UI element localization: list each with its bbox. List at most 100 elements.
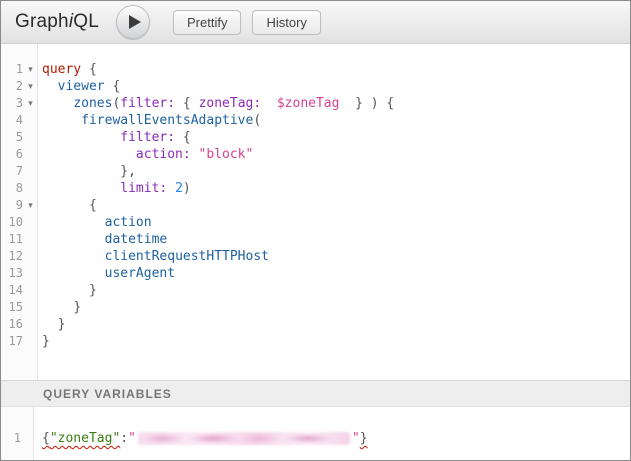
code-line[interactable]: 7 }, bbox=[1, 163, 630, 180]
token-p bbox=[167, 181, 175, 196]
code-text: userAgent bbox=[38, 265, 175, 282]
execute-query-button[interactable] bbox=[116, 5, 150, 39]
code-text: action bbox=[38, 214, 152, 231]
fold-arrow-icon[interactable]: ▾ bbox=[23, 95, 38, 112]
variables-editor[interactable]: 1 {"zoneTag":""} bbox=[1, 407, 630, 460]
code-line[interactable]: 8 limit: 2) bbox=[1, 180, 630, 197]
code-line[interactable]: 6 action: "block" bbox=[1, 146, 630, 163]
variables-code: {"zoneTag":""} bbox=[34, 430, 368, 447]
code-line[interactable]: 11 datetime bbox=[1, 231, 630, 248]
code-text: clientRequestHTTPHost bbox=[38, 248, 269, 265]
token-f: action bbox=[105, 215, 152, 230]
token-f: userAgent bbox=[105, 266, 175, 281]
line-number: 9 bbox=[1, 197, 23, 214]
token-f: datetime bbox=[105, 232, 168, 247]
fold-gutter-spacer bbox=[23, 214, 38, 231]
line-number: 14 bbox=[1, 282, 23, 299]
code-text: }, bbox=[38, 163, 136, 180]
fold-gutter-spacer bbox=[23, 112, 38, 129]
fold-gutter-spacer bbox=[23, 265, 38, 282]
code-text: } bbox=[38, 299, 81, 316]
json-close-quote: " bbox=[352, 430, 360, 447]
json-close-brace: } bbox=[360, 430, 368, 447]
fold-gutter-spacer bbox=[23, 129, 38, 146]
graphiql-logo: GraphiQL bbox=[15, 11, 99, 33]
token-p bbox=[191, 147, 199, 162]
fold-gutter-spacer bbox=[23, 180, 38, 197]
code-line[interactable]: 5 filter: { bbox=[1, 129, 630, 146]
token-f: clientRequestHTTPHost bbox=[105, 249, 269, 264]
token-a: limit: bbox=[120, 181, 167, 196]
token-f: firewallEventsAdaptive bbox=[81, 113, 253, 128]
query-variables-header[interactable]: QUERY VARIABLES bbox=[1, 381, 630, 407]
redacted-value-blur bbox=[138, 432, 350, 445]
line-number: 6 bbox=[1, 146, 23, 163]
code-line[interactable]: 12 clientRequestHTTPHost bbox=[1, 248, 630, 265]
token-p bbox=[261, 96, 277, 111]
token-k: query bbox=[42, 62, 81, 77]
token-p: { bbox=[175, 130, 191, 145]
token-a: action: bbox=[136, 147, 191, 162]
code-line[interactable]: 13 userAgent bbox=[1, 265, 630, 282]
token-a: filter: bbox=[120, 130, 175, 145]
json-key-zonetag: "zoneTag" bbox=[50, 430, 120, 447]
query-variables-title: QUERY VARIABLES bbox=[43, 387, 172, 401]
token-a: filter: bbox=[120, 96, 175, 111]
code-line[interactable]: 10 action bbox=[1, 214, 630, 231]
line-number: 10 bbox=[1, 214, 23, 231]
code-text: filter: { bbox=[38, 129, 191, 146]
token-s: "block" bbox=[199, 147, 254, 162]
fold-gutter-spacer bbox=[23, 231, 38, 248]
line-number: 15 bbox=[1, 299, 23, 316]
code-text: { bbox=[38, 197, 97, 214]
code-line[interactable]: 14 } bbox=[1, 282, 630, 299]
line-number: 8 bbox=[1, 180, 23, 197]
code-text: viewer { bbox=[38, 78, 120, 95]
token-p: } bbox=[58, 317, 66, 332]
token-n: 2 bbox=[175, 181, 183, 196]
fold-arrow-icon[interactable]: ▾ bbox=[23, 197, 38, 214]
line-number: 1 bbox=[1, 61, 23, 78]
code-line[interactable]: 1▾query { bbox=[1, 61, 630, 78]
fold-arrow-icon[interactable]: ▾ bbox=[23, 61, 38, 78]
line-number: 13 bbox=[1, 265, 23, 282]
code-text: action: "block" bbox=[38, 146, 253, 163]
code-line[interactable]: 3▾ zones(filter: { zoneTag: $zoneTag } )… bbox=[1, 95, 630, 112]
code-text: datetime bbox=[38, 231, 167, 248]
code-line[interactable]: 4 firewallEventsAdaptive( bbox=[1, 112, 630, 129]
fold-gutter-spacer bbox=[23, 146, 38, 163]
code-line[interactable]: 17} bbox=[1, 333, 630, 350]
logo-text-pre: Graph bbox=[15, 11, 69, 32]
query-editor[interactable]: 1▾query {2▾ viewer {3▾ zones(filter: { z… bbox=[1, 44, 630, 380]
line-number: 7 bbox=[1, 163, 23, 180]
token-p: { bbox=[105, 79, 121, 94]
fold-gutter-spacer bbox=[23, 248, 38, 265]
fold-gutter-spacer bbox=[23, 316, 38, 333]
variables-line[interactable]: 1 {"zoneTag":""} bbox=[1, 407, 630, 447]
code-line[interactable]: 2▾ viewer { bbox=[1, 78, 630, 95]
token-p: { bbox=[81, 62, 97, 77]
code-line[interactable]: 9▾ { bbox=[1, 197, 630, 214]
line-number: 2 bbox=[1, 78, 23, 95]
json-open-quote: " bbox=[128, 430, 136, 447]
prettify-button[interactable]: Prettify bbox=[173, 10, 241, 35]
graphiql-app: GraphiQL Prettify History 1▾query {2▾ vi… bbox=[0, 0, 631, 461]
token-p: ) bbox=[183, 181, 191, 196]
line-number: 11 bbox=[1, 231, 23, 248]
json-colon: : bbox=[120, 430, 128, 447]
token-p: ( bbox=[253, 113, 261, 128]
code-line[interactable]: 16 } bbox=[1, 316, 630, 333]
history-button[interactable]: History bbox=[252, 10, 320, 35]
token-p: { bbox=[89, 198, 97, 213]
fold-arrow-icon[interactable]: ▾ bbox=[23, 78, 38, 95]
fold-gutter-spacer bbox=[23, 163, 38, 180]
code-line[interactable]: 15 } bbox=[1, 299, 630, 316]
token-p: } ) { bbox=[339, 96, 394, 111]
line-number: 16 bbox=[1, 316, 23, 333]
token-a: zoneTag: bbox=[199, 96, 262, 111]
code-text: zones(filter: { zoneTag: $zoneTag } ) { bbox=[38, 95, 394, 112]
code-text: query { bbox=[38, 61, 97, 78]
token-p: { bbox=[175, 96, 198, 111]
token-f: zones bbox=[73, 96, 112, 111]
code-text: } bbox=[38, 282, 97, 299]
